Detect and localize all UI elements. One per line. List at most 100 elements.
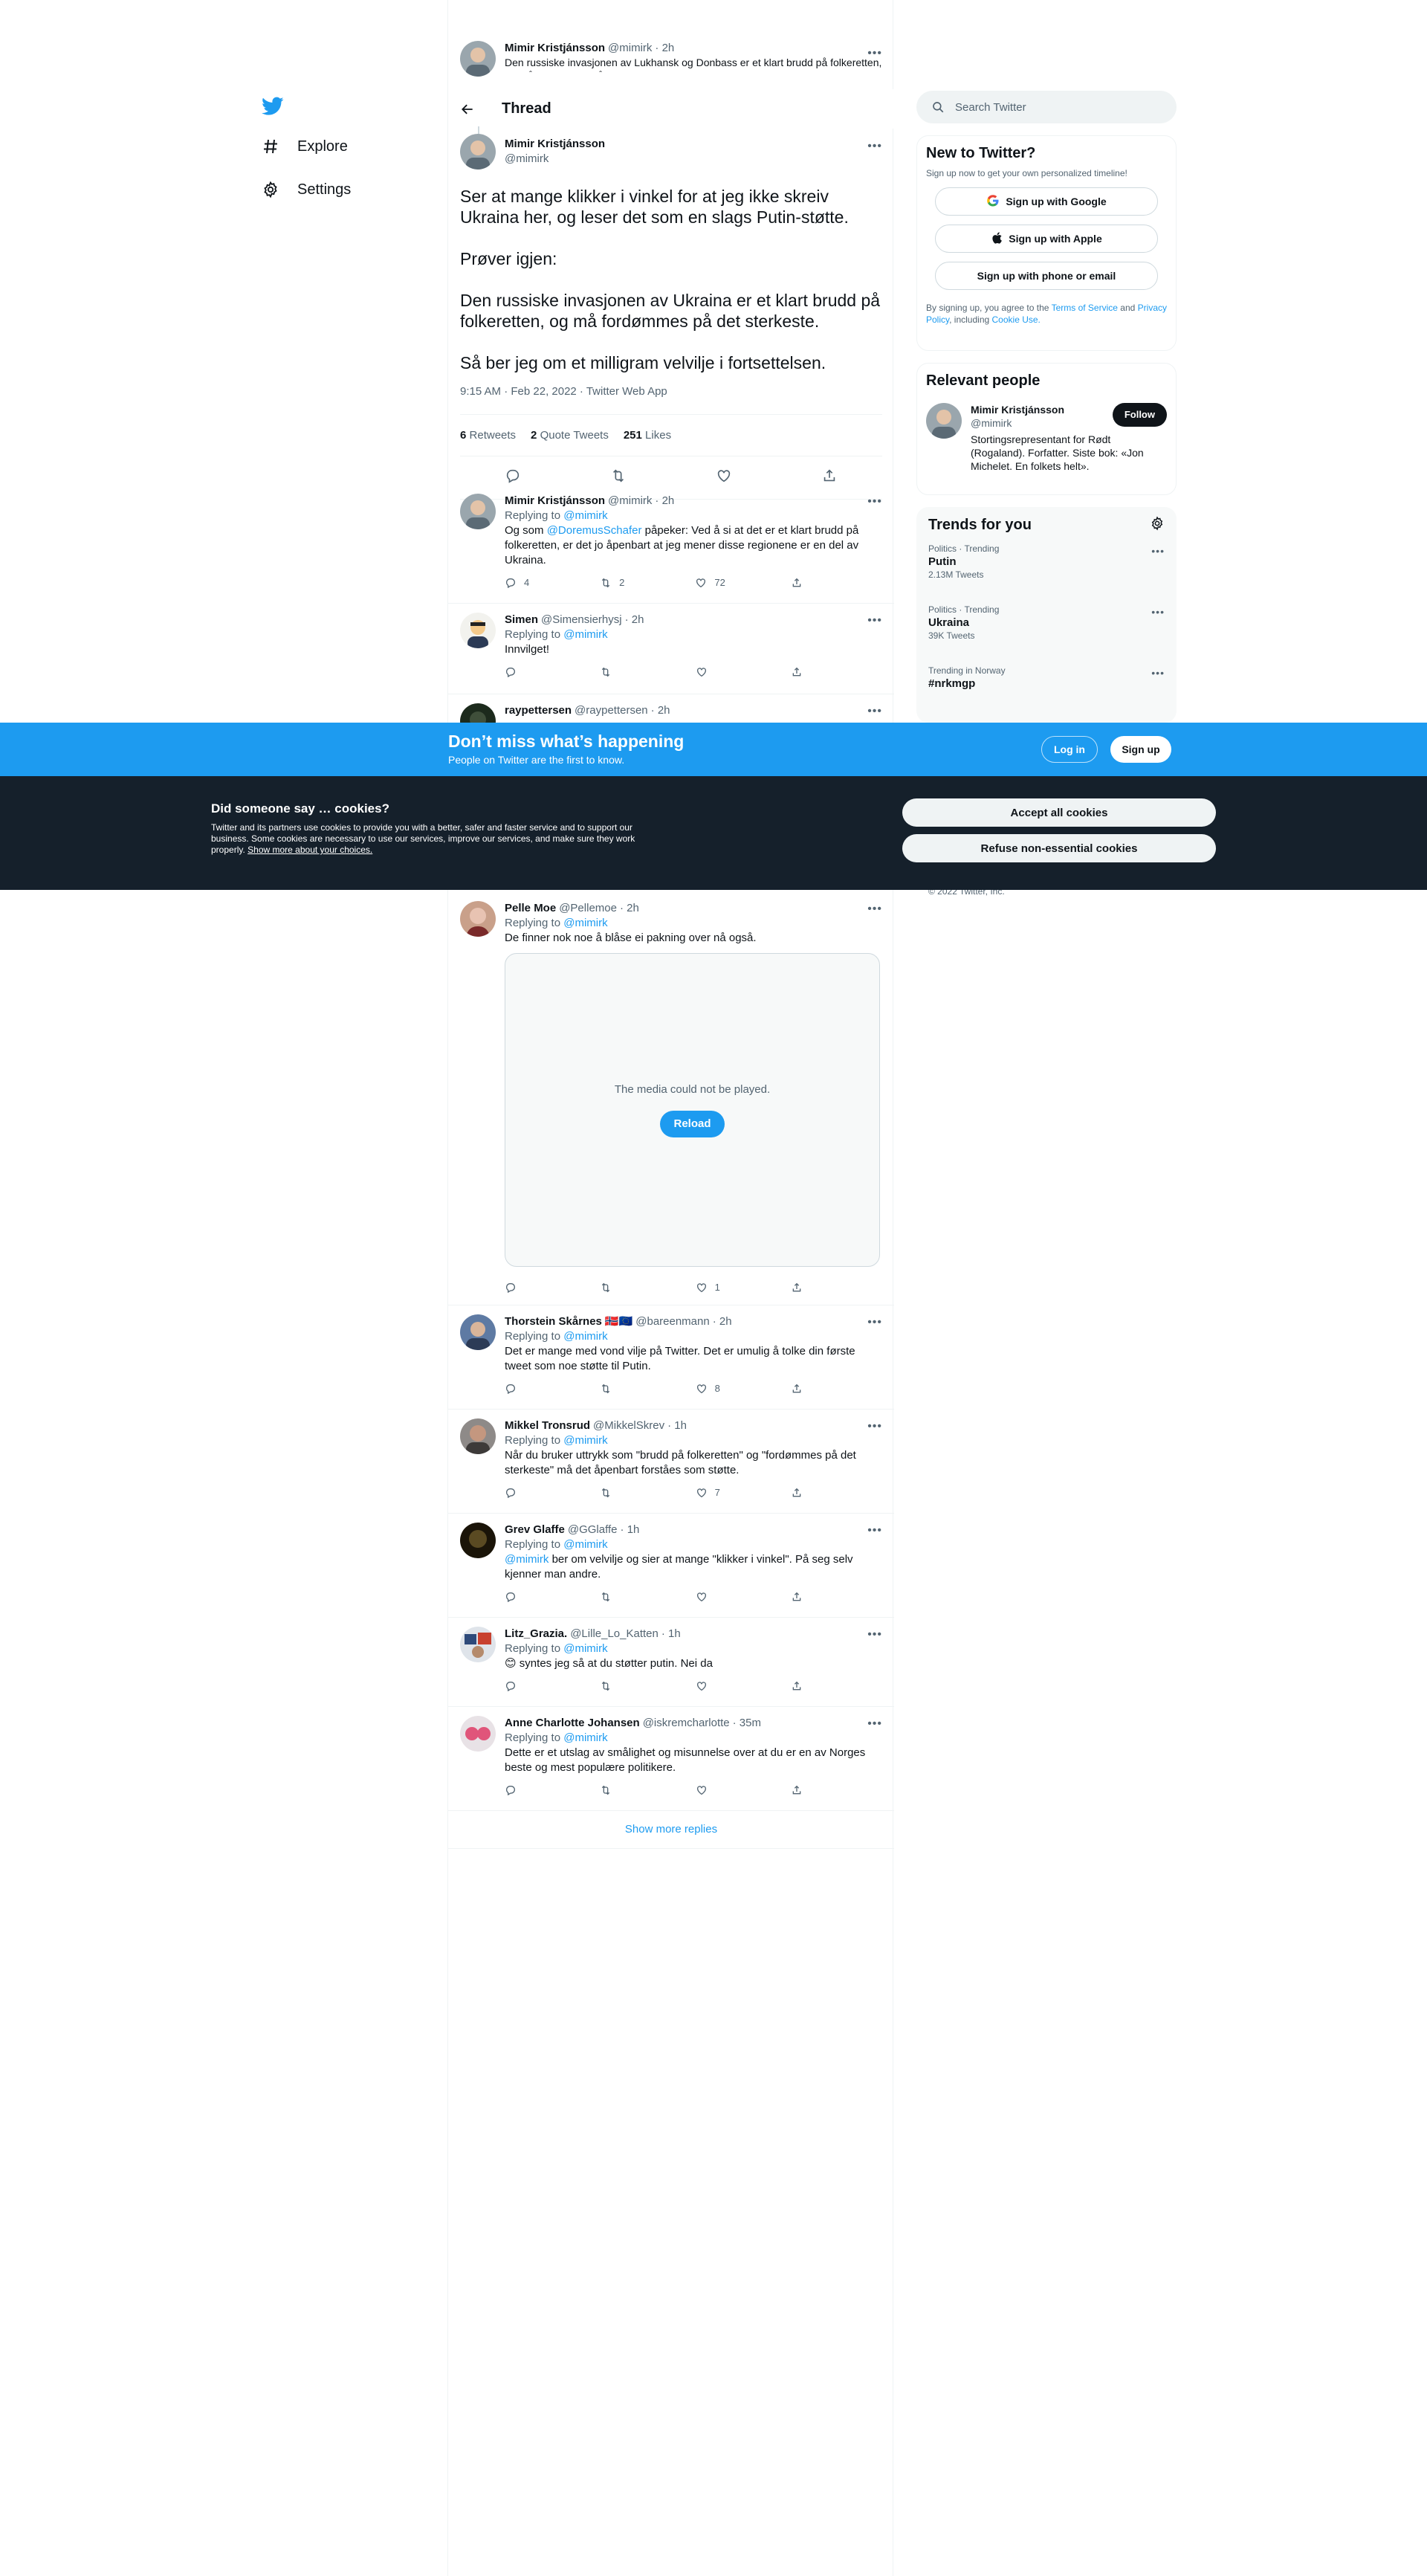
more-icon[interactable]: ••• — [867, 495, 882, 509]
avatar[interactable] — [460, 613, 496, 648]
avatar[interactable] — [460, 1523, 496, 1558]
reply-tweet[interactable]: Pelle Moe @Pellemoe · 2h Replying to @mi… — [448, 892, 894, 1305]
retweet-button[interactable] — [600, 1591, 630, 1603]
share-button[interactable] — [791, 666, 821, 678]
share-button[interactable] — [791, 1282, 821, 1294]
avatar[interactable] — [460, 494, 496, 529]
author-name[interactable]: Simen — [505, 613, 538, 627]
more-icon[interactable]: ••• — [867, 1628, 882, 1642]
author-name[interactable]: Mimir Kristjánsson — [505, 41, 605, 56]
quotes-stat[interactable]: 2 Quote Tweets — [531, 429, 609, 442]
author-handle[interactable]: @Simensierhysj — [541, 613, 622, 627]
share-button[interactable] — [791, 1591, 821, 1603]
retweet-button[interactable] — [600, 1784, 630, 1796]
avatar[interactable] — [460, 1627, 496, 1662]
mention-link[interactable]: @mimirk — [505, 1553, 549, 1566]
signup-button[interactable]: Sign up — [1110, 736, 1171, 763]
more-icon[interactable]: ••• — [867, 140, 882, 153]
avatar[interactable] — [926, 403, 962, 439]
like-button[interactable] — [696, 1680, 725, 1692]
like-button[interactable] — [696, 666, 725, 678]
reply-tweet[interactable]: Litz_Grazia. @Lille_Lo_Katten · 1h Reply… — [448, 1618, 894, 1707]
retweet-button[interactable]: 2 — [600, 575, 630, 590]
author-handle[interactable]: @mimirk — [505, 152, 605, 167]
author-name[interactable]: Anne Charlotte Johansen — [505, 1716, 640, 1731]
replying-to-link[interactable]: @mimirk — [563, 1538, 607, 1551]
share-button[interactable] — [791, 1784, 821, 1796]
more-icon[interactable]: ••• — [1151, 667, 1165, 679]
reply-tweet[interactable]: Simen @Simensierhysj · 2h Replying to @m… — [448, 604, 894, 694]
retweet-button[interactable] — [600, 1680, 630, 1692]
signup-apple-button[interactable]: Sign up with Apple — [935, 225, 1158, 253]
replying-to-link[interactable]: @mimirk — [563, 1330, 607, 1343]
tweet-time[interactable]: · 35m — [733, 1716, 761, 1731]
like-button[interactable]: 72 — [695, 575, 725, 590]
author-handle[interactable]: @mimirk — [608, 41, 652, 56]
retweet-button[interactable] — [600, 1487, 630, 1499]
reply-button[interactable] — [505, 1487, 534, 1499]
tweet-time[interactable]: · 2h — [620, 901, 639, 916]
share-button[interactable] — [791, 1383, 821, 1395]
more-icon[interactable]: ••• — [867, 1717, 882, 1731]
tweet-time[interactable]: · 1h — [661, 1627, 681, 1642]
trend-item[interactable]: Politics · Trending Putin 2.13M Tweets •… — [916, 535, 1177, 595]
replying-to-link[interactable]: @mimirk — [563, 509, 607, 522]
more-icon[interactable]: ••• — [867, 614, 882, 627]
trend-item[interactable]: Politics · Trending Ukraina 39K Tweets •… — [916, 595, 1177, 656]
more-icon[interactable]: ••• — [1151, 606, 1165, 618]
nav-settings[interactable]: Settings — [253, 168, 431, 211]
more-icon[interactable]: ••• — [867, 47, 882, 60]
author-name[interactable]: Grev Glaffe — [505, 1523, 565, 1537]
follow-button[interactable]: Follow — [1112, 403, 1167, 427]
more-icon[interactable]: ••• — [867, 1420, 882, 1433]
reply-tweet[interactable]: Thorstein Skårnes 🇳🇴🇪🇺 @bareenmann · 2h … — [448, 1305, 894, 1410]
author-name[interactable]: Thorstein Skårnes — [505, 1314, 602, 1329]
replying-to-link[interactable]: @mimirk — [563, 628, 607, 641]
reply-button[interactable] — [505, 1383, 534, 1395]
author-name[interactable]: Mimir Kristjánsson — [505, 494, 605, 509]
author-name[interactable]: Litz_Grazia. — [505, 1627, 567, 1642]
reply-button[interactable] — [505, 1282, 534, 1294]
share-button[interactable] — [791, 1680, 821, 1692]
reply-button[interactable]: 4 — [505, 575, 534, 590]
author-handle[interactable]: @Lille_Lo_Katten — [570, 1627, 659, 1642]
tweet-meta[interactable]: 9:15 AM · Feb 22, 2022 · Twitter Web App — [460, 385, 882, 415]
avatar[interactable] — [460, 1418, 496, 1454]
share-button[interactable] — [791, 577, 821, 589]
retweet-button[interactable] — [600, 666, 630, 678]
retweets-stat[interactable]: 6 Retweets — [460, 429, 516, 442]
more-icon[interactable]: ••• — [867, 903, 882, 916]
refuse-cookies-button[interactable]: Refuse non-essential cookies — [902, 834, 1216, 862]
reply-tweet[interactable]: Mikkel Tronsrud @MikkelSkrev · 1h Replyi… — [448, 1410, 894, 1514]
mention-link[interactable]: @DoremusSchafer — [547, 524, 642, 537]
like-button[interactable]: 7 — [696, 1485, 725, 1500]
cookie-choices-link[interactable]: Show more about your choices. — [247, 845, 372, 855]
replying-to-link[interactable]: @mimirk — [563, 917, 607, 929]
avatar[interactable] — [460, 1314, 496, 1350]
show-more-replies[interactable]: Show more replies — [448, 1810, 894, 1849]
author-name[interactable]: Pelle Moe — [505, 901, 556, 916]
more-icon[interactable]: ••• — [867, 1524, 882, 1537]
nav-explore[interactable]: Explore — [253, 125, 431, 168]
avatar[interactable] — [460, 901, 496, 937]
cookie-use-link[interactable]: Cookie Use. — [992, 314, 1041, 325]
author-handle[interactable]: @GGlaffe — [568, 1523, 618, 1537]
person-handle[interactable]: @mimirk — [971, 416, 1064, 430]
author-handle[interactable]: @iskremcharlotte — [643, 1716, 730, 1731]
like-button[interactable] — [696, 1591, 725, 1603]
person-name[interactable]: Mimir Kristjánsson — [971, 403, 1064, 416]
author-name[interactable]: Mimir Kristjánsson — [505, 137, 605, 152]
reply-tweet[interactable]: Mimir Kristjánsson @mimirk · 2h Replying… — [448, 485, 894, 604]
like-button[interactable]: 8 — [696, 1381, 725, 1396]
author-handle[interactable]: @raypettersen — [575, 703, 648, 718]
tweet-time[interactable]: · 1h — [667, 1418, 687, 1433]
reply-button[interactable] — [505, 666, 534, 678]
terms-link[interactable]: Terms of Service — [1052, 303, 1118, 313]
likes-stat[interactable]: 251 Likes — [624, 429, 671, 442]
more-icon[interactable]: ••• — [867, 1316, 882, 1329]
accept-cookies-button[interactable]: Accept all cookies — [902, 798, 1216, 827]
reload-button[interactable]: Reload — [660, 1111, 725, 1137]
author-name[interactable]: Mikkel Tronsrud — [505, 1418, 590, 1433]
reply-tweet[interactable]: Anne Charlotte Johansen @iskremcharlotte… — [448, 1707, 894, 1811]
signup-google-button[interactable]: Sign up with Google — [935, 187, 1158, 216]
